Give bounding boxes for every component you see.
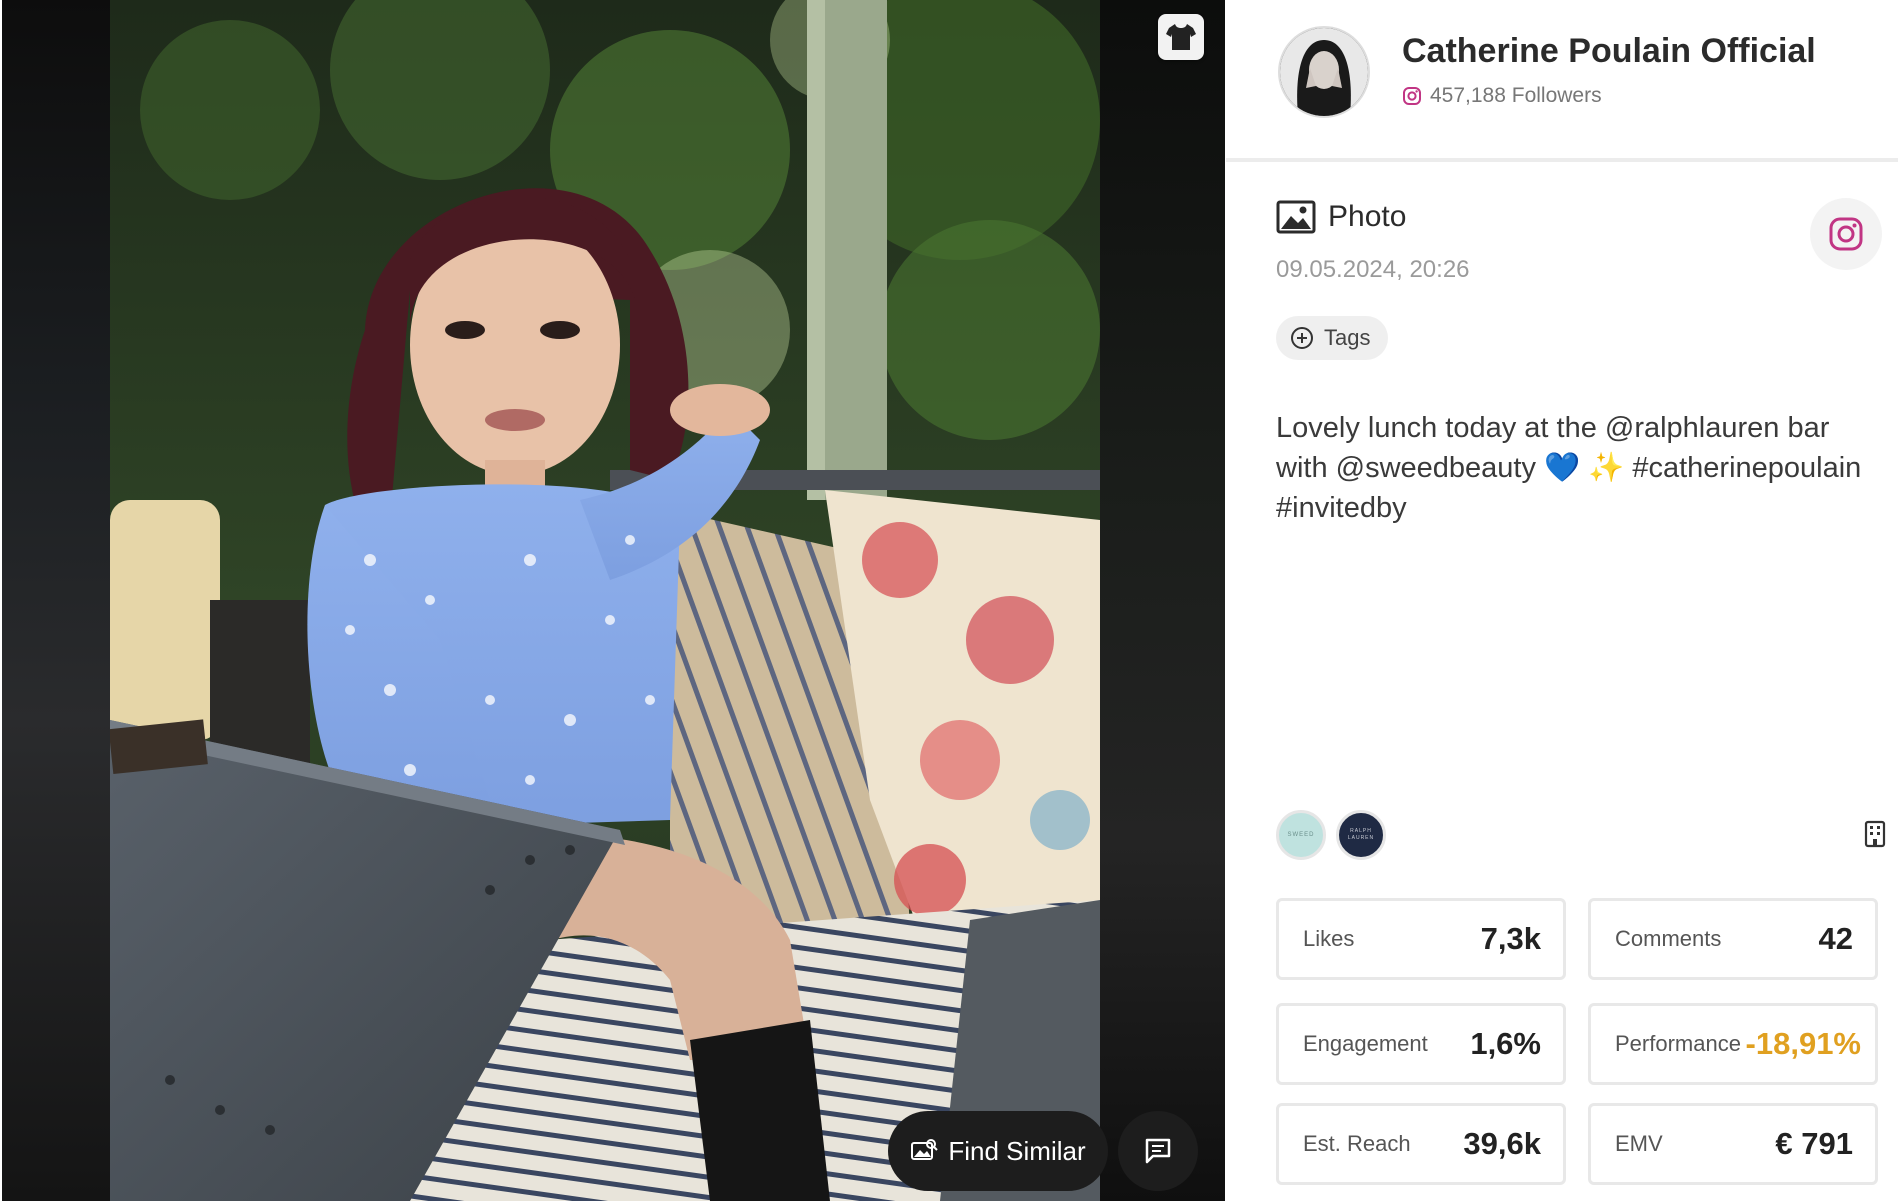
stat-value: 7,3k bbox=[1480, 921, 1541, 956]
stat-value: 39,6k bbox=[1463, 1126, 1541, 1161]
post-type-label: Photo bbox=[1328, 200, 1407, 233]
caption-line: #invitedby bbox=[1276, 492, 1407, 524]
image-search-icon bbox=[911, 1139, 939, 1160]
image-icon bbox=[1276, 200, 1316, 234]
instagram-icon bbox=[1403, 87, 1421, 105]
tags-label: Tags bbox=[1324, 325, 1371, 350]
stat-value: 42 bbox=[1818, 921, 1853, 956]
comment-icon bbox=[1145, 1138, 1171, 1164]
brand-logo-text: SWEED bbox=[1287, 832, 1315, 838]
find-similar-button[interactable]: Find Similar bbox=[888, 1111, 1108, 1191]
plus-circle-icon bbox=[1291, 327, 1313, 349]
instagram-icon bbox=[1829, 217, 1863, 251]
stat-comments: Comments 42 bbox=[1588, 898, 1878, 980]
stat-performance: Performance -18,91% bbox=[1588, 1003, 1878, 1085]
stat-value: 1,6% bbox=[1470, 1026, 1541, 1061]
comments-button[interactable] bbox=[1118, 1111, 1198, 1191]
followers-text: 457,188 Followers bbox=[1430, 84, 1602, 107]
post-timestamp: 09.05.2024, 20:26 bbox=[1276, 256, 1470, 283]
shop-look-button[interactable] bbox=[1158, 14, 1204, 60]
tagged-brands: SWEED RALPH LAUREN bbox=[1276, 810, 1386, 860]
profile-header: Catherine Poulain Official 457,188 Follo… bbox=[1226, 0, 1898, 162]
stat-value: -18,91% bbox=[1745, 1026, 1861, 1061]
stat-label: Engagement bbox=[1303, 1031, 1428, 1056]
brand-logo-ralph-lauren[interactable]: RALPH LAUREN bbox=[1336, 810, 1386, 860]
stat-est-reach: Est. Reach 39,6k bbox=[1276, 1103, 1566, 1185]
tshirt-icon bbox=[1166, 24, 1196, 50]
post-details-panel: Catherine Poulain Official 457,188 Follo… bbox=[1226, 0, 1898, 1194]
caption-line: with @sweedbeauty 💙 ✨ #catherinepoulain bbox=[1276, 452, 1862, 484]
stat-engagement: Engagement 1,6% bbox=[1276, 1003, 1566, 1085]
stat-label: Likes bbox=[1303, 926, 1355, 951]
post-type: Photo bbox=[1276, 200, 1406, 234]
avatar[interactable] bbox=[1278, 26, 1370, 118]
follower-count: 457,188 Followers bbox=[1402, 84, 1602, 108]
caption-line: Lovely lunch today at the @ralphlauren b… bbox=[1276, 412, 1830, 444]
stat-value: € 791 bbox=[1775, 1126, 1853, 1161]
stat-label: EMV bbox=[1615, 1131, 1663, 1156]
stat-label: Est. Reach bbox=[1303, 1131, 1411, 1156]
stat-label: Comments bbox=[1615, 926, 1722, 951]
stat-emv: EMV € 791 bbox=[1588, 1103, 1878, 1185]
profile-name[interactable]: Catherine Poulain Official bbox=[1402, 32, 1816, 71]
find-similar-label: Find Similar bbox=[948, 1135, 1086, 1166]
post-photo bbox=[110, 0, 1100, 1201]
stat-label: Performance bbox=[1615, 1031, 1741, 1056]
media-blur-left bbox=[2, 0, 110, 1201]
media-viewer: Find Similar bbox=[2, 0, 1225, 1201]
brand-logo-sweed[interactable]: SWEED bbox=[1276, 810, 1326, 860]
add-tags-button[interactable]: Tags bbox=[1276, 316, 1389, 360]
building-icon[interactable] bbox=[1864, 820, 1886, 853]
open-on-instagram-button[interactable] bbox=[1810, 198, 1882, 270]
stat-likes: Likes 7,3k bbox=[1276, 898, 1566, 980]
media-blur-right bbox=[1100, 0, 1225, 1201]
post-caption: Lovely lunch today at the @ralphlauren b… bbox=[1276, 408, 1886, 528]
brand-logo-text: RALPH LAUREN bbox=[1347, 828, 1375, 841]
